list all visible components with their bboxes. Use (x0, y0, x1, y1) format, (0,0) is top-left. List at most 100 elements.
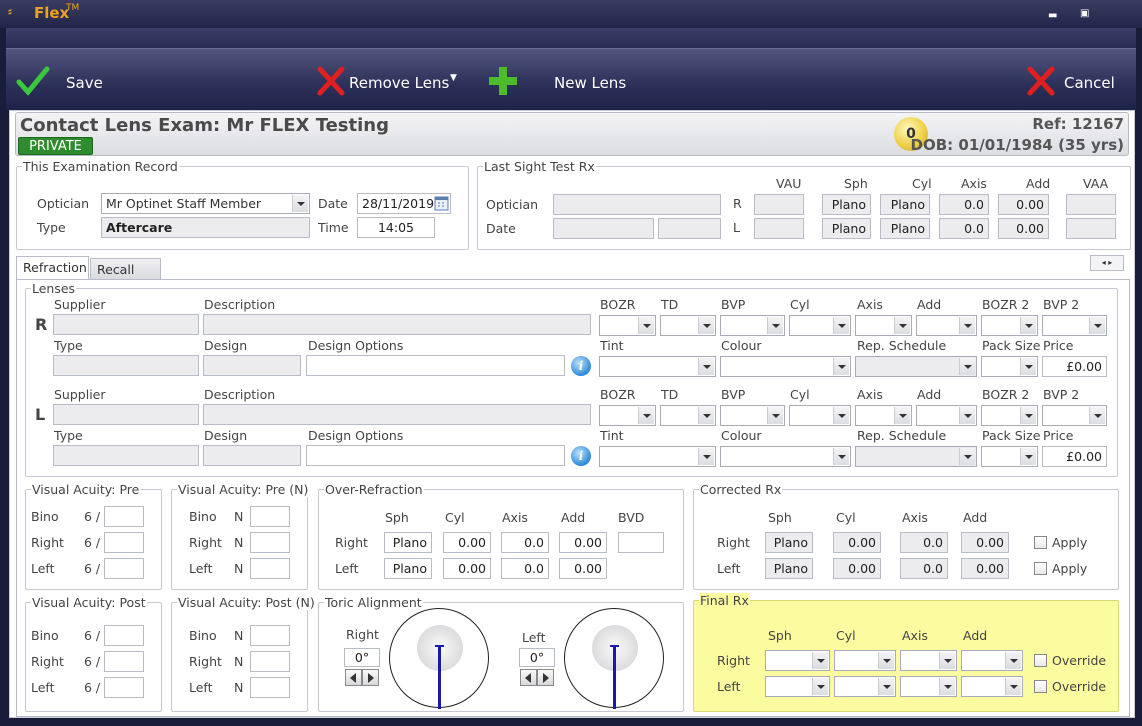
new-lens-plus-icon[interactable] (486, 64, 520, 98)
l-price-field[interactable]: £0.00 (1042, 446, 1107, 467)
toric-left-increment-icon[interactable] (537, 669, 554, 686)
r-tint-select[interactable] (599, 356, 716, 377)
or-add-header: Add (561, 510, 586, 525)
r-cyl-select[interactable] (789, 315, 851, 336)
or-right-add[interactable]: 0.00 (559, 532, 607, 553)
crx-right-apply-label: Apply (1052, 535, 1088, 550)
frx-right-cyl-select[interactable] (834, 650, 896, 671)
corrected-rx-group: Corrected Rx Sph Cyl Axis Add Right Left… (693, 482, 1119, 590)
frx-left-override-checkbox[interactable] (1034, 680, 1047, 693)
frx-right-override-checkbox[interactable] (1034, 654, 1047, 667)
r-info-icon[interactable]: i (571, 356, 591, 376)
or-right-axis[interactable]: 0.0 (501, 532, 549, 553)
frx-left-sph-select[interactable] (765, 676, 830, 697)
frx-left-axis-select[interactable] (900, 676, 957, 697)
l-td-select[interactable] (660, 405, 716, 426)
or-left-sph[interactable]: Plano (384, 558, 432, 579)
cancel-button[interactable]: Cancel (1064, 74, 1115, 92)
new-lens-button[interactable]: New Lens (554, 74, 626, 92)
l-description-field (203, 404, 591, 425)
va-post-n-bino-field[interactable] (250, 625, 290, 646)
frx-right-add-select[interactable] (961, 650, 1023, 671)
last-l-vau (754, 218, 804, 239)
va-post-n-group: Visual Acuity: Post (N) Bino Right Left … (171, 595, 316, 712)
l-design-options-field[interactable] (306, 445, 565, 466)
tab-recall[interactable]: Recall (90, 258, 161, 280)
minimize-icon[interactable]: ▬ (1048, 10, 1057, 21)
r-rep-schedule-select[interactable] (855, 356, 977, 377)
toric-left-value[interactable]: 0° (519, 648, 555, 667)
or-right-cyl[interactable]: 0.00 (443, 532, 491, 553)
l-info-icon[interactable]: i (571, 446, 591, 466)
optician-select[interactable]: Mr Optinet Staff Member (101, 193, 310, 214)
l-rep-schedule-select[interactable] (855, 446, 977, 467)
va-post-bino-field[interactable] (104, 625, 144, 646)
calendar-icon[interactable] (434, 195, 449, 211)
l-add-select[interactable] (916, 405, 977, 426)
r-pack-size-select[interactable] (981, 356, 1038, 377)
va-post-right-prefix: 6 / (84, 654, 101, 669)
toric-right-value[interactable]: 0° (344, 648, 380, 667)
va-post-right-field[interactable] (104, 651, 144, 672)
tab-refraction[interactable]: Refraction (16, 256, 89, 280)
save-check-icon[interactable] (16, 64, 50, 98)
toric-left-decrement-icon[interactable] (520, 669, 537, 686)
va-pre-n-left-field[interactable] (250, 558, 290, 579)
l-bozr-select[interactable] (599, 405, 656, 426)
r-bvp2-select[interactable] (1042, 315, 1107, 336)
toric-right-increment-icon[interactable] (362, 669, 379, 686)
toric-left-dial[interactable] (564, 608, 664, 709)
l-cyl-select[interactable] (789, 405, 851, 426)
r-add-select[interactable] (916, 315, 977, 336)
l-bvp2-select[interactable] (1042, 405, 1107, 426)
r-axis-select[interactable] (855, 315, 912, 336)
or-left-cyl[interactable]: 0.00 (443, 558, 491, 579)
frx-left-add-select[interactable] (961, 676, 1023, 697)
or-bvd-field[interactable] (618, 532, 664, 553)
r-design-label: Design (204, 338, 248, 353)
time-field[interactable]: 14:05 (357, 217, 435, 238)
va-post-n-left-field[interactable] (250, 677, 290, 698)
r-price-field[interactable]: £0.00 (1042, 356, 1107, 377)
va-pre-right-field[interactable] (104, 532, 144, 553)
r-design-options-field[interactable] (306, 355, 565, 376)
frx-right-axis-select[interactable] (900, 650, 957, 671)
or-right-sph[interactable]: Plano (384, 532, 432, 553)
va-post-n-right-field[interactable] (250, 651, 290, 672)
or-left-add[interactable]: 0.00 (559, 558, 607, 579)
crx-right-apply-checkbox[interactable] (1034, 536, 1047, 549)
r-td-select[interactable] (660, 315, 716, 336)
crx-left-label: Left (717, 561, 741, 576)
frx-left-cyl-select[interactable] (834, 676, 896, 697)
l-bozr2-select[interactable] (981, 405, 1038, 426)
va-pre-left-field[interactable] (104, 558, 144, 579)
va-pre-bino-field[interactable] (104, 506, 144, 527)
va-pre-n-bino-field[interactable] (250, 506, 290, 527)
last-l-add: 0.00 (998, 218, 1049, 239)
or-left-axis[interactable]: 0.0 (501, 558, 549, 579)
va-post-n-bino-label: Bino (189, 628, 217, 643)
remove-lens-x-icon[interactable] (314, 64, 348, 98)
crx-left-apply-checkbox[interactable] (1034, 562, 1047, 575)
cancel-x-icon[interactable] (1024, 64, 1058, 98)
maximize-icon[interactable]: ▣ (1080, 8, 1089, 19)
frx-right-sph-select[interactable] (765, 650, 830, 671)
toric-left-label: Left (522, 630, 546, 645)
r-bozr2-select[interactable] (981, 315, 1038, 336)
l-bvp-select[interactable] (720, 405, 785, 426)
remove-lens-button[interactable]: Remove Lens (349, 74, 449, 92)
va-pre-n-right-field[interactable] (250, 532, 290, 553)
toric-right-dial[interactable] (389, 608, 489, 709)
r-colour-select[interactable] (720, 356, 851, 377)
l-axis-select[interactable] (855, 405, 912, 426)
tab-scroll-arrows[interactable]: ◂ ▸ (1090, 255, 1124, 271)
save-button[interactable]: Save (66, 74, 103, 92)
l-colour-select[interactable] (720, 446, 851, 467)
r-bvp-select[interactable] (720, 315, 785, 336)
l-tint-select[interactable] (599, 446, 716, 467)
toric-right-decrement-icon[interactable] (345, 669, 362, 686)
r-bozr-select[interactable] (599, 315, 656, 336)
remove-lens-dropdown-icon[interactable]: ▼ (450, 73, 457, 83)
l-pack-size-select[interactable] (981, 446, 1038, 467)
va-post-left-field[interactable] (104, 677, 144, 698)
